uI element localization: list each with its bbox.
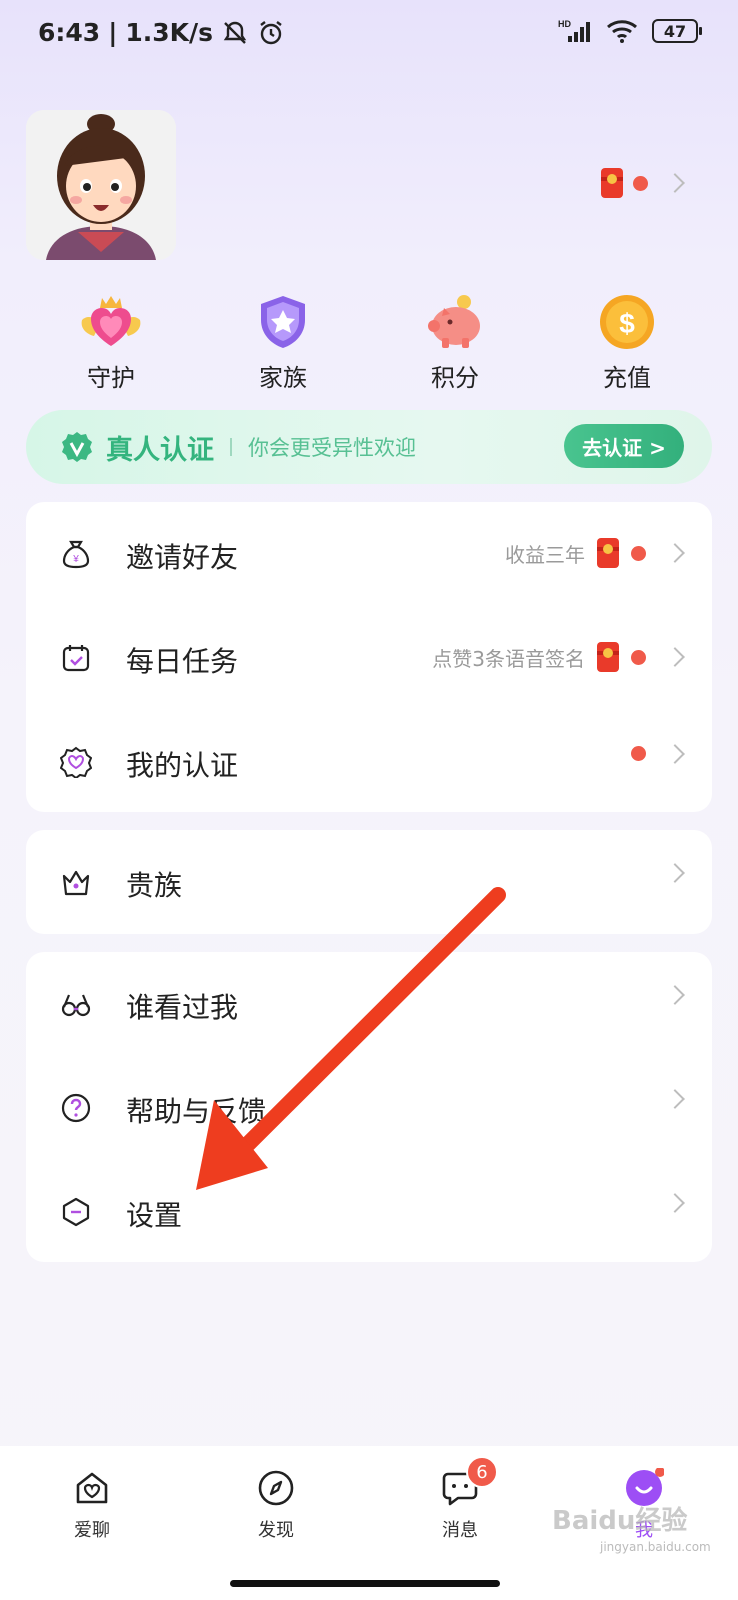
money-bag-icon: ¥ [62,540,90,569]
help-feedback-row[interactable]: 帮助与反馈 [26,1056,712,1160]
quick-label: 充值 [603,364,651,392]
alarm-icon [260,20,282,44]
row-label: 每日任务 [126,645,239,678]
nav-label: 爱聊 [74,1520,110,1541]
nav-discover[interactable]: 发现 [226,1468,326,1542]
row-label: 设置 [126,1199,183,1232]
row-label: 谁看过我 [126,991,239,1024]
battery-level: 47 [663,21,687,41]
row-label: 帮助与反馈 [126,1095,267,1128]
noble-row[interactable]: 贵族 [26,830,712,934]
chevron-right-icon [665,743,685,764]
chevron-right-icon [665,1193,685,1213]
unread-badge: 6 [466,1456,498,1488]
profile-entry[interactable] [601,168,685,198]
real-person-verify-banner[interactable]: 真人认证 你会更受异性欢迎 去认证 > [26,410,712,484]
status-speed: 1.3K/s [125,18,213,47]
calendar-check-icon [62,645,90,672]
coin-icon: $ [594,292,660,352]
notification-dot [631,746,646,761]
guard-heart-icon [78,292,144,352]
nav-label: 消息 [442,1520,478,1541]
settings-row[interactable]: 设置 [26,1160,712,1264]
glasses-icon [61,994,91,1017]
red-packet-icon [597,642,619,672]
row-right: 收益三年 [505,538,685,568]
chevron-right-icon [665,1089,685,1109]
home-heart-icon [76,1472,108,1504]
svg-text:¥: ¥ [72,554,79,565]
crown-icon [62,870,90,896]
hexagon-settings-icon [62,1197,90,1227]
divider [230,438,232,456]
row-right [658,1089,685,1109]
family-shield-icon [250,292,316,352]
quick-label: 守护 [87,364,135,392]
badge-heart-icon [60,746,92,778]
piggy-bank-icon [422,292,488,352]
status-bar: 6:43 | 1.3K/s HD 47 [0,0,738,66]
status-right: HD 47 [558,18,702,44]
row-hint: 收益三年 [505,542,585,567]
row-right [658,985,685,1005]
go-verify-button[interactable]: 去认证 > [564,424,684,468]
quick-recharge[interactable]: $ 充值 [542,292,712,393]
row-label: 我的认证 [126,749,239,782]
chevron-right-icon [665,647,685,667]
invite-friends-row[interactable]: ¥ 邀请好友 收益三年 [26,502,712,606]
menu-card-primary: ¥ 邀请好友 收益三年 每日任务 点赞3条语音签名 我的认证 [26,502,712,812]
compass-icon [258,1470,294,1506]
nav-aichat[interactable]: 爱聊 [42,1468,142,1542]
who-viewed-me-row[interactable]: 谁看过我 [26,952,712,1056]
notification-dot [631,545,646,561]
red-packet-icon [601,168,623,198]
row-label: 邀请好友 [126,541,239,574]
chevron-right-icon [665,985,685,1005]
notification-dot [631,649,646,665]
signal-icon: HD [558,19,590,42]
quick-guard[interactable]: 守护 [26,292,196,393]
notification-dot [633,175,648,191]
home-indicator [230,1580,500,1587]
quick-label: 积分 [431,364,479,392]
menu-card-secondary: 谁看过我 帮助与反馈 设置 [26,952,712,1262]
watermark-sub: jingyan.baidu.com [600,1540,711,1554]
mute-bell-icon [223,21,247,44]
verify-badge-icon [62,432,92,462]
quick-family[interactable]: 家族 [198,292,368,393]
help-circle-icon [61,1093,91,1123]
quick-label: 家族 [259,364,307,392]
row-hint: 点赞3条语音签名 [432,646,585,671]
wifi-icon [607,20,637,43]
nav-messages[interactable]: 6 消息 [410,1456,510,1542]
watermark: Baidu经验 [552,1506,688,1536]
row-right [658,863,685,883]
row-right [631,743,685,764]
row-right [658,1193,685,1213]
cartoon-woman-avatar-icon [26,110,176,260]
my-verification-row[interactable]: 我的认证 [26,710,712,814]
daily-tasks-row[interactable]: 每日任务 点赞3条语音签名 [26,606,712,710]
svg-text:HD: HD [558,19,571,29]
quick-points[interactable]: 积分 [370,292,540,393]
red-packet-icon [597,538,619,568]
avatar[interactable] [26,110,176,260]
nav-label: 发现 [258,1520,294,1541]
status-divider: | [108,18,118,47]
chevron-right-icon [665,863,685,883]
row-right: 点赞3条语音签名 [432,642,685,672]
verify-title: 真人认证 [106,434,214,466]
verify-subtitle: 你会更受异性欢迎 [248,436,416,460]
status-left: 6:43 | 1.3K/s [38,18,285,47]
chevron-right-icon [665,173,685,193]
svg-text:$: $ [619,308,635,339]
chevron-right-icon [665,543,685,563]
menu-card-noble: 贵族 [26,830,712,934]
quick-actions: 守护 家族 积分 $ 充值 [26,292,712,393]
status-time: 6:43 [38,18,101,47]
battery-indicator: 47 [652,19,702,43]
row-label: 贵族 [126,869,183,902]
